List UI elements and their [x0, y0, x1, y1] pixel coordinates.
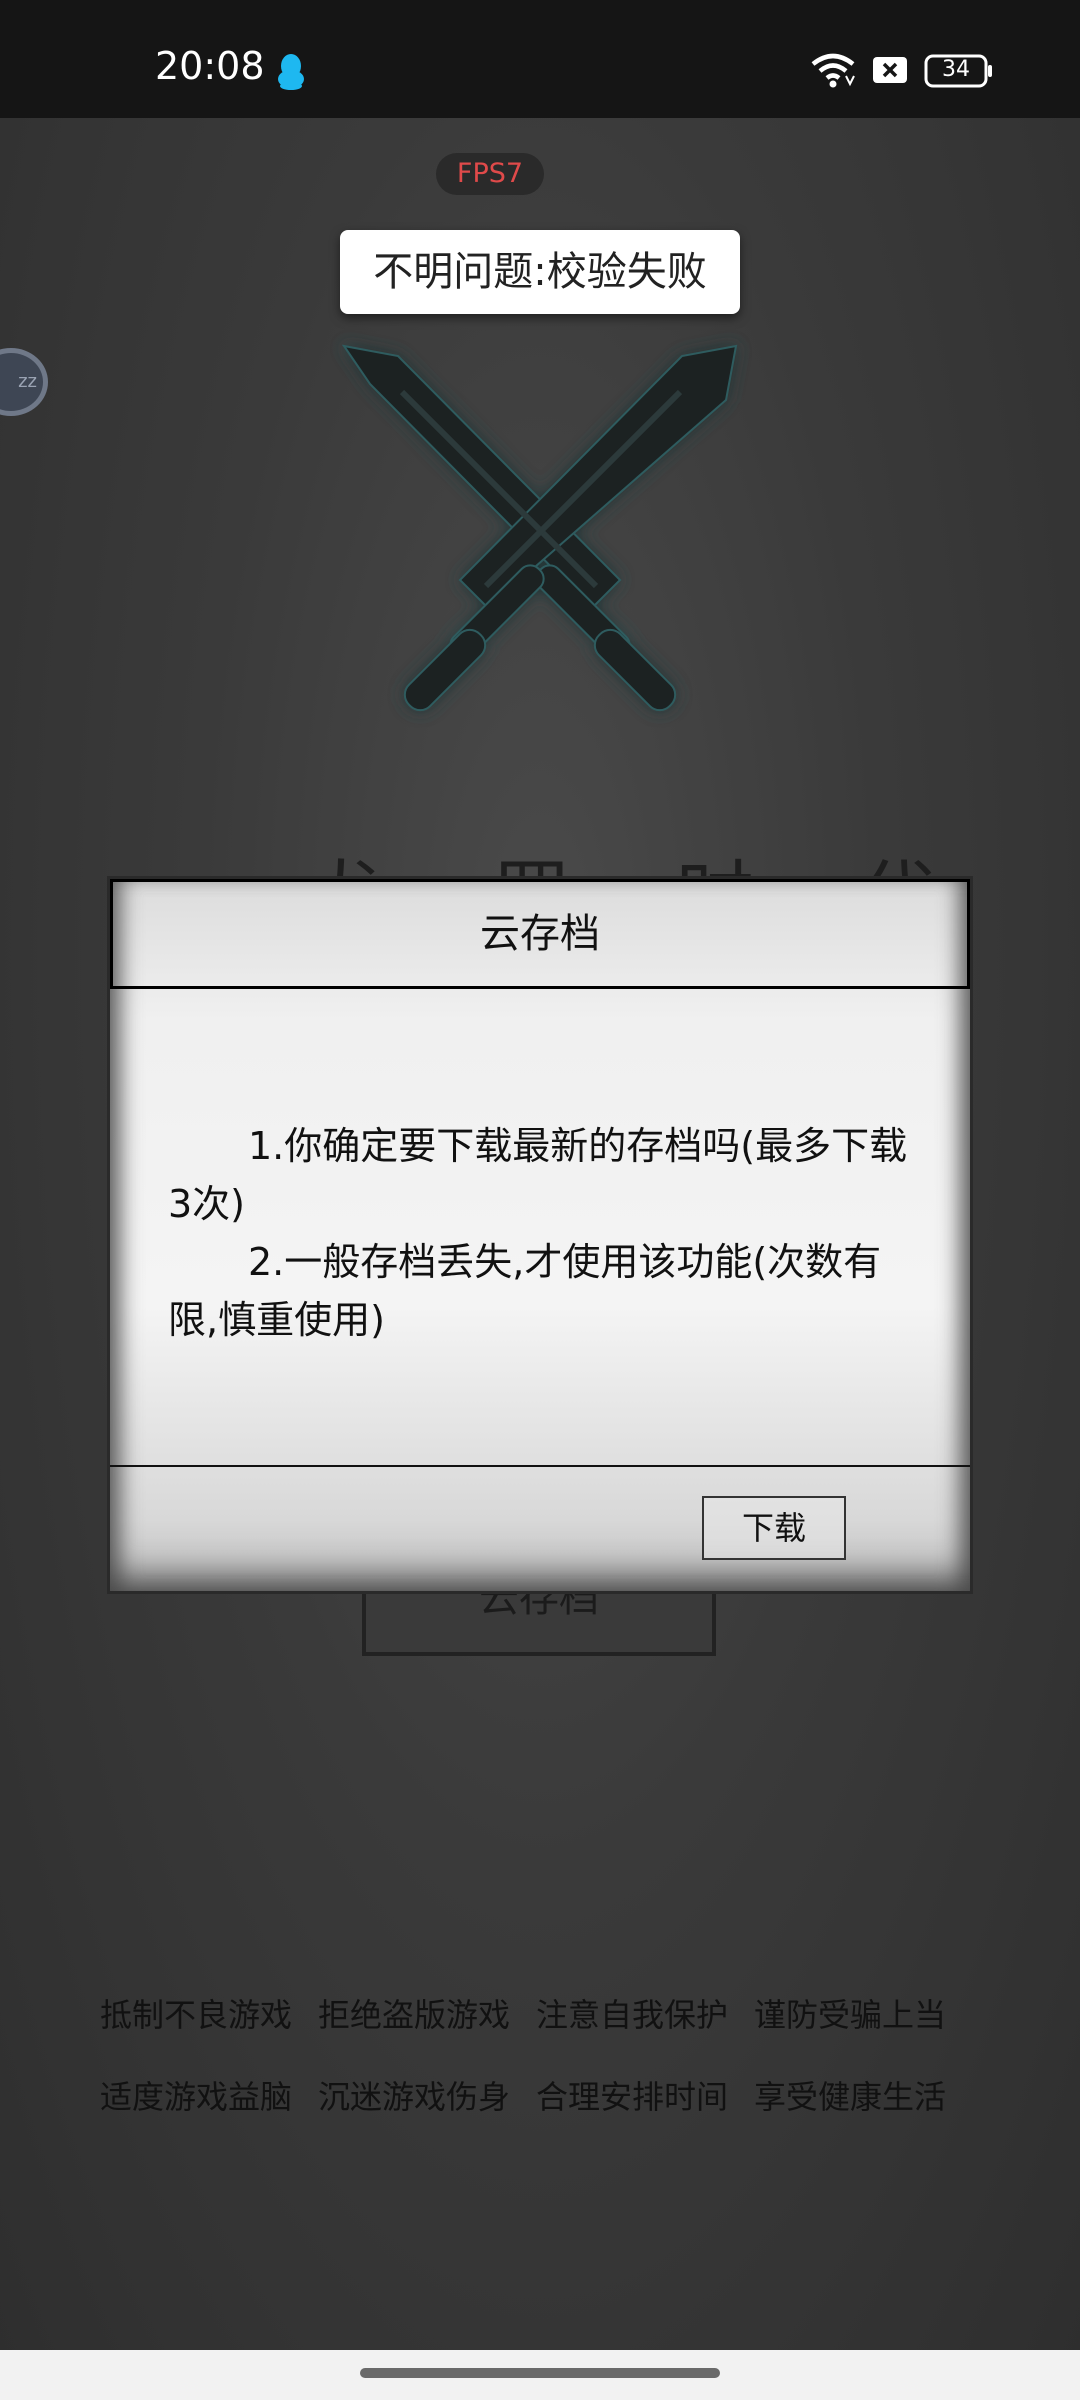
dialog-line-1: 1.你确定要下载最新的存档吗(最多下载3次) [168, 1124, 908, 1226]
cloud-save-dialog: 云存档 1.你确定要下载最新的存档吗(最多下载3次) 2.一般存档丢失,才使用该… [107, 876, 973, 1594]
slogan: 注意自我保护 [536, 1996, 729, 2034]
fps-counter: FPS7 [436, 153, 544, 195]
slogan: 适度游戏益脑 [100, 2078, 293, 2116]
battery-level: 34 [942, 57, 970, 82]
dialog-divider [110, 1465, 970, 1467]
slogan: 享受健康生活 [754, 2078, 947, 2116]
slogan: 谨防受骗上当 [754, 1996, 947, 2034]
game-screen: 20:08 34 FPS7 zz 云存档 云存档 1.你确定要下载最新的存档吗(… [0, 0, 1080, 2400]
dialog-title: 云存档 [110, 879, 970, 989]
status-time: 20:08 [155, 44, 265, 88]
qq-icon [278, 54, 304, 90]
home-indicator[interactable] [360, 2368, 720, 2378]
crossed-swords-logo [341, 344, 738, 712]
dialog-message: 1.你确定要下载最新的存档吗(最多下载3次) 2.一般存档丢失,才使用该功能(次… [168, 1117, 928, 1349]
error-toast: 不明问题:校验失败 [340, 230, 740, 314]
slogan-row-2: 适度游戏益脑 沉迷游戏伤身 合理安排时间 享受健康生活 [100, 2072, 980, 2118]
status-bar: 20:08 34 [0, 0, 1080, 118]
download-button[interactable]: 下载 [702, 1496, 846, 1560]
slogan: 抵制不良游戏 [100, 1996, 293, 2034]
slogan-row-1: 抵制不良游戏 拒绝盗版游戏 注意自我保护 谨防受骗上当 [100, 1990, 980, 2036]
dialog-line-2: 2.一般存档丢失,才使用该功能(次数有限,慎重使用) [168, 1240, 882, 1342]
slogan: 沉迷游戏伤身 [318, 2078, 511, 2116]
health-slogans: 抵制不良游戏 拒绝盗版游戏 注意自我保护 谨防受骗上当 适度游戏益脑 沉迷游戏伤… [100, 1990, 980, 2154]
sim-off-icon [873, 57, 907, 83]
slogan: 合理安排时间 [536, 2078, 729, 2116]
floating-assistant-button[interactable]: zz [0, 348, 48, 416]
slogan: 拒绝盗版游戏 [318, 1996, 511, 2034]
wifi-icon [811, 53, 855, 88]
